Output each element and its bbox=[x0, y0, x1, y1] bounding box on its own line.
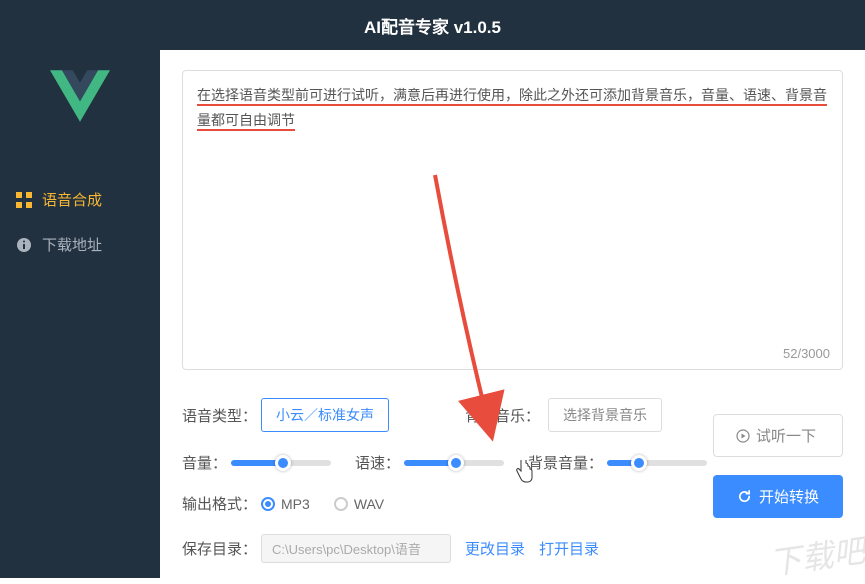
sidebar-item-label: 语音合成 bbox=[42, 189, 102, 210]
savedir-label: 保存目录： bbox=[182, 538, 257, 559]
main-panel: 在选择语音类型前可进行试听，满意后再进行使用，除此之外还可添加背景音乐，音量、语… bbox=[160, 50, 865, 578]
volume-slider[interactable] bbox=[231, 460, 331, 466]
volume-label: 音量： bbox=[182, 452, 227, 473]
radio-label: WAV bbox=[354, 496, 384, 512]
app-title: AI配音专家 v1.0.5 bbox=[364, 13, 501, 38]
grid-icon bbox=[16, 192, 32, 208]
sidebar-item-label: 下载地址 bbox=[42, 234, 102, 255]
radio-wav[interactable]: WAV bbox=[334, 496, 384, 512]
sidebar-item-download[interactable]: 下载地址 bbox=[0, 222, 160, 267]
text-input-area[interactable]: 在选择语音类型前可进行试听，满意后再进行使用，除此之外还可添加背景音乐，音量、语… bbox=[182, 70, 843, 370]
speed-slider[interactable] bbox=[404, 460, 504, 466]
speed-label: 语速： bbox=[355, 452, 400, 473]
savedir-input[interactable] bbox=[261, 534, 451, 563]
play-icon bbox=[736, 429, 750, 443]
char-counter: 52/3000 bbox=[783, 346, 830, 361]
bg-music-button[interactable]: 选择背景音乐 bbox=[548, 398, 662, 432]
voice-type-button[interactable]: 小云／标准女声 bbox=[261, 398, 389, 432]
format-radio-group: MP3 WAV bbox=[261, 496, 384, 512]
main-container: 语音合成 下载地址 在选择语音类型前可进行试听，满意后再进行使用，除此之外还可添… bbox=[0, 50, 865, 578]
info-icon bbox=[16, 237, 32, 253]
radio-circle-icon bbox=[261, 497, 275, 511]
row-savedir: 保存目录： 更改目录 打开目录 bbox=[182, 534, 843, 563]
radio-label: MP3 bbox=[281, 496, 310, 512]
bgvol-slider[interactable] bbox=[607, 460, 707, 466]
convert-button[interactable]: 开始转换 bbox=[713, 475, 843, 518]
vue-logo-icon bbox=[50, 70, 110, 122]
bgvol-label: 背景音量： bbox=[528, 452, 603, 473]
text-line1: 在选择语音类型前可进行试听，满意后再进行使用，除此之外还可添加背景音乐，音量、语… bbox=[197, 87, 827, 106]
bg-music-label: 背景音乐： bbox=[465, 405, 540, 426]
text-content: 在选择语音类型前可进行试听，满意后再进行使用，除此之外还可添加背景音乐，音量、语… bbox=[197, 83, 828, 133]
refresh-icon bbox=[737, 489, 752, 504]
change-dir-link[interactable]: 更改目录 bbox=[465, 538, 525, 559]
action-buttons: 试听一下 开始转换 bbox=[713, 414, 843, 518]
open-dir-link[interactable]: 打开目录 bbox=[539, 538, 599, 559]
convert-label: 开始转换 bbox=[759, 486, 819, 507]
radio-mp3[interactable]: MP3 bbox=[261, 496, 310, 512]
radio-circle-icon bbox=[334, 497, 348, 511]
sidebar-item-tts[interactable]: 语音合成 bbox=[0, 177, 160, 222]
preview-label: 试听一下 bbox=[756, 425, 816, 446]
sidebar: 语音合成 下载地址 bbox=[0, 50, 160, 578]
app-header: AI配音专家 v1.0.5 bbox=[0, 0, 865, 50]
preview-button[interactable]: 试听一下 bbox=[713, 414, 843, 457]
voice-type-label: 语音类型： bbox=[182, 405, 257, 426]
format-label: 输出格式： bbox=[182, 493, 257, 514]
logo-wrap bbox=[0, 70, 160, 127]
text-line2: 量都可自由调节 bbox=[197, 112, 295, 131]
